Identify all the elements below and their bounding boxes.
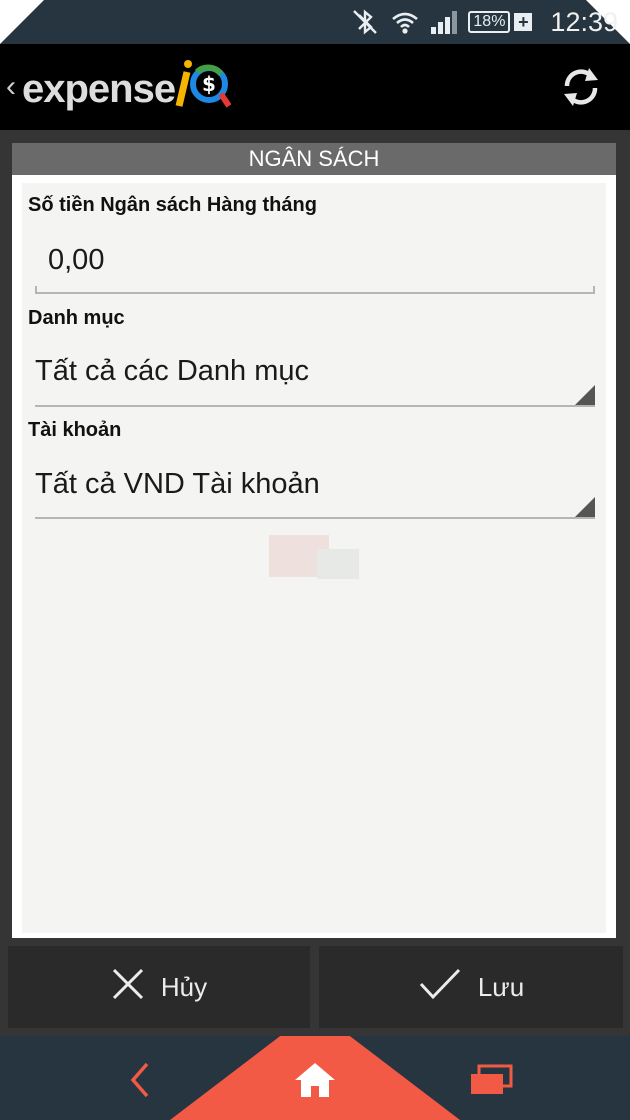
amount-input[interactable]: 0,00 (48, 244, 104, 277)
wifi-icon (390, 7, 420, 37)
refresh-icon[interactable] (558, 64, 604, 110)
form-area: Số tiền Ngân sách Hàng tháng 0,00 Danh m… (22, 183, 606, 933)
logo-iq-mark: $ (175, 60, 232, 108)
checkmark-icon (418, 967, 462, 1008)
category-label: Danh mục (28, 307, 125, 329)
amount-label: Số tiền Ngân sách Hàng tháng (28, 194, 317, 216)
logo-text: expense (22, 67, 176, 111)
charging-icon: + (514, 13, 533, 31)
battery-indicator: 18% + (468, 11, 533, 33)
account-select[interactable]: Tất cả VND Tài khoản (35, 468, 320, 501)
status-bar: 18% + 12:39 (0, 0, 630, 44)
cancel-label: Hủy (160, 971, 208, 1002)
recent-apps-icon[interactable] (466, 1060, 516, 1100)
svg-text:$: $ (202, 72, 216, 96)
budget-form-panel: NGÂN SÁCH Số tiền Ngân sách Hàng tháng 0… (12, 143, 616, 938)
dropdown-arrow-icon[interactable] (575, 497, 595, 517)
close-icon (111, 967, 145, 1008)
status-icons: 18% + 12:39 (350, 4, 618, 40)
save-button[interactable]: Lưu (319, 946, 623, 1028)
cancel-button[interactable]: Hủy (8, 946, 310, 1028)
back-arrow-icon[interactable] (118, 1058, 162, 1102)
account-label: Tài khoản (28, 419, 122, 441)
status-bar-corner-left (0, 0, 44, 44)
status-clock: 12:39 (550, 6, 618, 37)
category-select-line (35, 405, 595, 407)
app-action-bar: ‹ expense $ (0, 44, 630, 130)
home-icon[interactable] (291, 1056, 339, 1104)
signal-icon (430, 9, 458, 35)
system-navigation-bar (0, 1036, 630, 1120)
bluetooth-off-icon (350, 7, 380, 37)
section-title: NGÂN SÁCH (12, 143, 616, 175)
save-label: Lưu (477, 971, 525, 1002)
chevron-left-icon[interactable]: ‹ (6, 70, 16, 104)
account-select-line (35, 517, 595, 519)
dropdown-arrow-icon[interactable] (575, 385, 595, 405)
battery-percent: 18% (468, 11, 511, 33)
category-select[interactable]: Tất cả các Danh mục (35, 355, 309, 388)
app-logo[interactable]: expense $ (22, 60, 232, 112)
amount-input-line (35, 292, 595, 294)
watermark-logo (269, 535, 359, 579)
